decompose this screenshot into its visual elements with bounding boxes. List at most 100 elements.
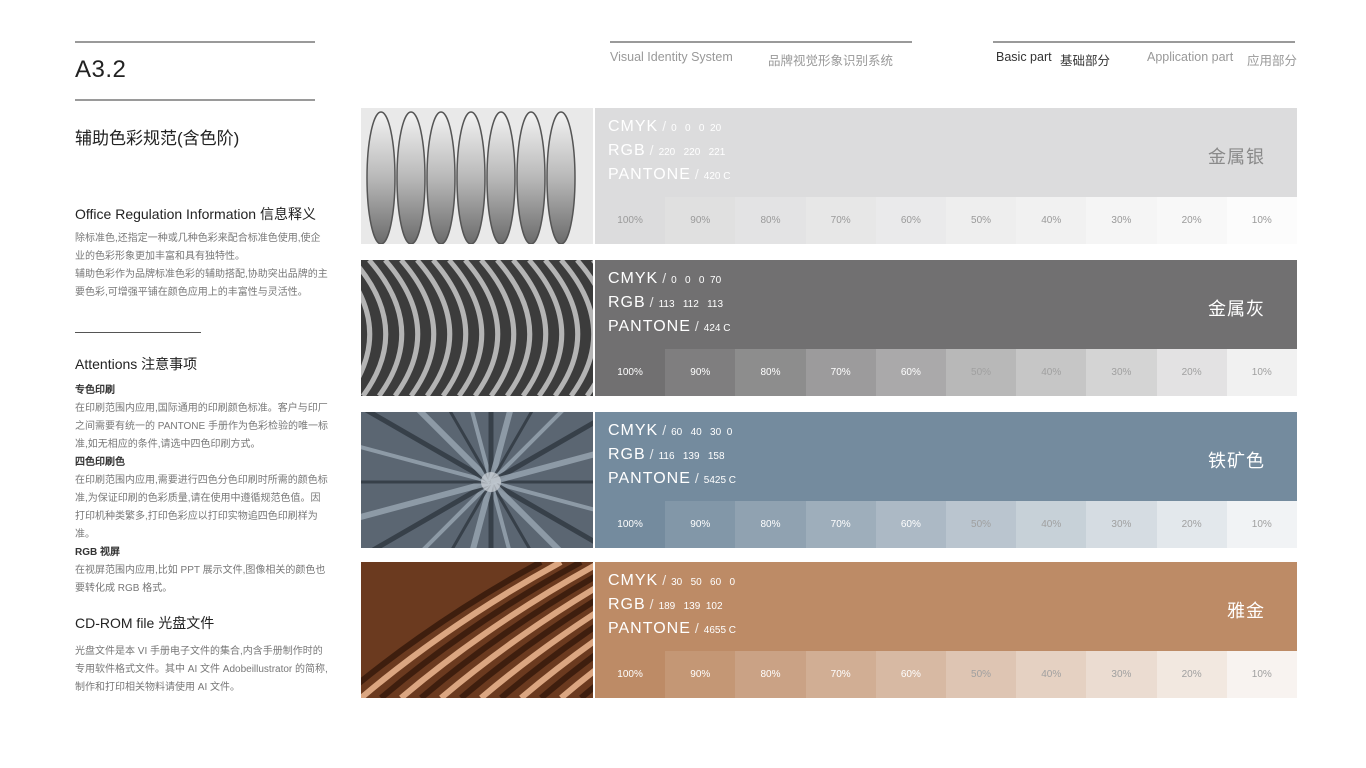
cmyk-value: 60 40 30 0	[671, 427, 733, 438]
rgb-value: 116 139 158	[658, 451, 725, 462]
iron-ore-photo	[361, 412, 593, 548]
swatch-color-field: CMYK/30 50 60 0 RGB/189 139 102 PANTONE/46…	[595, 562, 1297, 651]
rgb-label: RGB	[608, 446, 646, 463]
tint-swatch: 80%	[735, 197, 806, 244]
cmyk-line: CMYK/0 0 0 20	[608, 118, 721, 136]
tint-swatch: 20%	[1156, 651, 1227, 698]
slash-separator: /	[694, 620, 700, 636]
rgb-value: 189 139 102	[658, 601, 723, 612]
slash-separator: /	[662, 572, 668, 588]
tint-swatch: 30%	[1086, 501, 1157, 548]
cmyk-line: CMYK/0 0 0 70	[608, 270, 721, 288]
tint-swatch: 60%	[875, 501, 946, 548]
pantone-label: PANTONE	[608, 318, 691, 335]
slash-separator: /	[694, 470, 700, 486]
tint-swatch: 100%	[595, 651, 666, 698]
tint-swatch: 40%	[1016, 501, 1087, 548]
tint-swatch: 40%	[1016, 651, 1087, 698]
cmyk-label: CMYK	[608, 422, 659, 439]
tint-swatch: 20%	[1156, 197, 1227, 244]
attentions-heading: Attentions 注意事项	[75, 356, 198, 372]
rgb-line: RGB/220 220 221	[608, 142, 725, 160]
slash-separator: /	[694, 166, 700, 182]
pantone-label: PANTONE	[608, 470, 691, 487]
top-left-rule	[75, 41, 315, 43]
tint-swatch: 40%	[1016, 349, 1087, 396]
page-code: A3.2	[75, 56, 127, 83]
tint-scale: 100% 90% 80% 70% 60% 50% 40% 30% 20% 10%	[595, 501, 1297, 548]
swatch-row: CMYK/0 0 0 20 RGB/220 220 221 PANTONE/420 …	[361, 108, 1297, 244]
nav-app-en[interactable]: Application part	[1147, 50, 1233, 64]
slash-separator: /	[662, 118, 668, 134]
tint-swatch: 10%	[1226, 197, 1297, 244]
tint-swatch: 60%	[875, 197, 946, 244]
tint-swatch: 10%	[1226, 349, 1297, 396]
pantone-label: PANTONE	[608, 620, 691, 637]
cmyk-label: CMYK	[608, 270, 659, 287]
pantone-value: 5425 C	[703, 475, 737, 486]
tint-swatch: 30%	[1086, 197, 1157, 244]
pantone-value: 420 C	[703, 171, 731, 182]
tint-swatch: 90%	[665, 651, 736, 698]
tint-swatch: 100%	[595, 501, 666, 548]
rgb-screen-title: RGB 视屏	[75, 547, 120, 558]
spot-color-text: 在印刷范围内应用,国际通用的印刷颜色标准。客户与印厂之间需要有统一的 PANTO…	[75, 403, 328, 450]
tint-swatch: 70%	[805, 349, 876, 396]
color-name: 雅金	[1227, 601, 1265, 621]
slash-separator: /	[662, 422, 668, 438]
cmyk-label: CMYK	[608, 572, 659, 589]
left-divider	[75, 332, 201, 333]
tint-swatch: 80%	[735, 651, 806, 698]
rgb-label: RGB	[608, 294, 646, 311]
office-info-section: Office Regulation Information 信息释义 除标准色,…	[75, 204, 330, 302]
tint-swatch: 40%	[1016, 197, 1087, 244]
rgb-line: RGB/116 139 158	[608, 446, 725, 464]
cdrom-text: 光盘文件是本 VI 手册电子文件的集合,内含手册制作时的专用软件格式文件。其中 …	[75, 646, 328, 693]
page-code-underline	[75, 99, 315, 101]
slash-separator: /	[662, 270, 668, 286]
rgb-label: RGB	[608, 142, 646, 159]
cmyk-print-title: 四色印刷色	[75, 457, 125, 468]
tint-scale: 100% 90% 80% 70% 60% 50% 40% 30% 20% 10%	[595, 349, 1297, 396]
metal-grey-coil-photo	[361, 260, 593, 396]
rgb-value: 220 220 221	[658, 147, 726, 158]
rgb-line: RGB/189 139 102	[608, 596, 723, 614]
tint-swatch: 80%	[735, 501, 806, 548]
pantone-line: PANTONE/424 C	[608, 318, 730, 336]
tint-swatch: 60%	[875, 651, 946, 698]
pantone-line: PANTONE/4655 C	[608, 620, 736, 638]
pantone-line: PANTONE/5425 C	[608, 470, 736, 488]
cmyk-value: 30 50 60 0	[671, 577, 736, 588]
copper-gold-photo	[361, 562, 593, 698]
nav-vis-cn[interactable]: 品牌视觉形象识别系统	[768, 50, 893, 69]
swatch-row: CMYK/30 50 60 0 RGB/189 139 102 PANTONE/46…	[361, 562, 1297, 698]
cmyk-label: CMYK	[608, 118, 659, 135]
tint-swatch: 70%	[805, 651, 876, 698]
cmyk-print-text: 在印刷范围内应用,需要进行四色分色印刷时所需的颜色标准,为保证印刷的色彩质量,请…	[75, 475, 328, 540]
swatch-row: CMYK/0 0 0 70 RGB/113 112 113 PANTONE/424 …	[361, 260, 1297, 396]
nav-app-cn[interactable]: 应用部分	[1247, 50, 1297, 69]
nav-rule-vis	[610, 41, 912, 43]
attentions-section: Attentions 注意事项 专色印刷 在印刷范围内应用,国际通用的印刷颜色标…	[75, 354, 330, 598]
rgb-label: RGB	[608, 596, 646, 613]
nav-vis-en[interactable]: Visual Identity System	[610, 50, 733, 64]
color-name: 金属灰	[1208, 299, 1265, 319]
swatch-color-field: CMYK/0 0 0 70 RGB/113 112 113 PANTONE/424 …	[595, 260, 1297, 349]
rgb-line: RGB/113 112 113	[608, 294, 723, 312]
pantone-value: 4655 C	[703, 625, 737, 636]
office-paragraph-1: 除标准色,还指定一种或几种色彩来配合标准色使用,使企业的色彩形象更加丰富和具有独…	[75, 233, 321, 262]
tint-swatch: 100%	[595, 197, 666, 244]
nav-basic-en[interactable]: Basic part	[996, 50, 1052, 64]
slash-separator: /	[649, 294, 655, 310]
tint-swatch: 50%	[945, 349, 1017, 396]
tint-swatch: 10%	[1226, 651, 1297, 698]
tint-swatch: 30%	[1086, 651, 1157, 698]
slash-separator: /	[649, 446, 655, 462]
swatch-color-field: CMYK/60 40 30 0 RGB/116 139 158 PANTONE/54…	[595, 412, 1297, 501]
tint-swatch: 20%	[1156, 349, 1227, 396]
tint-scale: 100% 90% 80% 70% 60% 50% 40% 30% 20% 10%	[595, 197, 1297, 244]
tint-swatch: 90%	[665, 197, 736, 244]
tint-swatch: 20%	[1156, 501, 1227, 548]
nav-basic-cn[interactable]: 基础部分	[1060, 50, 1110, 69]
slash-separator: /	[694, 318, 700, 334]
